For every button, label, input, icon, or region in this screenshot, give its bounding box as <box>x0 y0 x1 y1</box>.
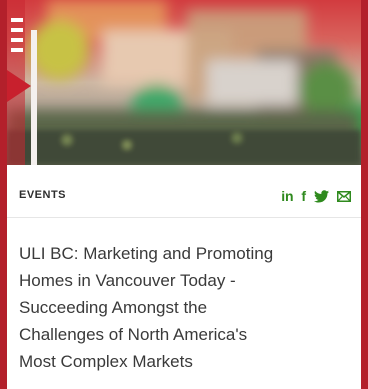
twitter-icon[interactable] <box>314 187 329 205</box>
linkedin-icon[interactable]: in <box>281 187 293 205</box>
title-line: Most Complex Markets <box>19 352 193 371</box>
title-line: Succeeding Amongst the <box>19 298 208 317</box>
email-icon[interactable] <box>337 187 351 205</box>
title-line: Challenges of North America's <box>19 325 248 344</box>
card-divider <box>7 217 361 218</box>
card-meta-row: EVENTS in f <box>7 180 361 214</box>
event-card[interactable]: EVENTS in f ULI BC: Marketing and Promot… <box>7 0 361 389</box>
title-line: Homes in Vancouver Today - <box>19 271 236 290</box>
title-line: ULI BC: Marketing and Promoting <box>19 244 274 263</box>
hero-photo-art <box>7 0 361 165</box>
envelope-glyph <box>337 190 351 202</box>
category-label[interactable]: EVENTS <box>19 189 66 201</box>
twitter-bird-glyph <box>314 189 329 202</box>
article-title[interactable]: ULI BC: Marketing and Promoting Homes in… <box>19 240 355 375</box>
event-hero-image[interactable] <box>7 0 361 165</box>
facebook-icon[interactable]: f <box>301 187 306 205</box>
share-icons: in f <box>281 186 351 206</box>
